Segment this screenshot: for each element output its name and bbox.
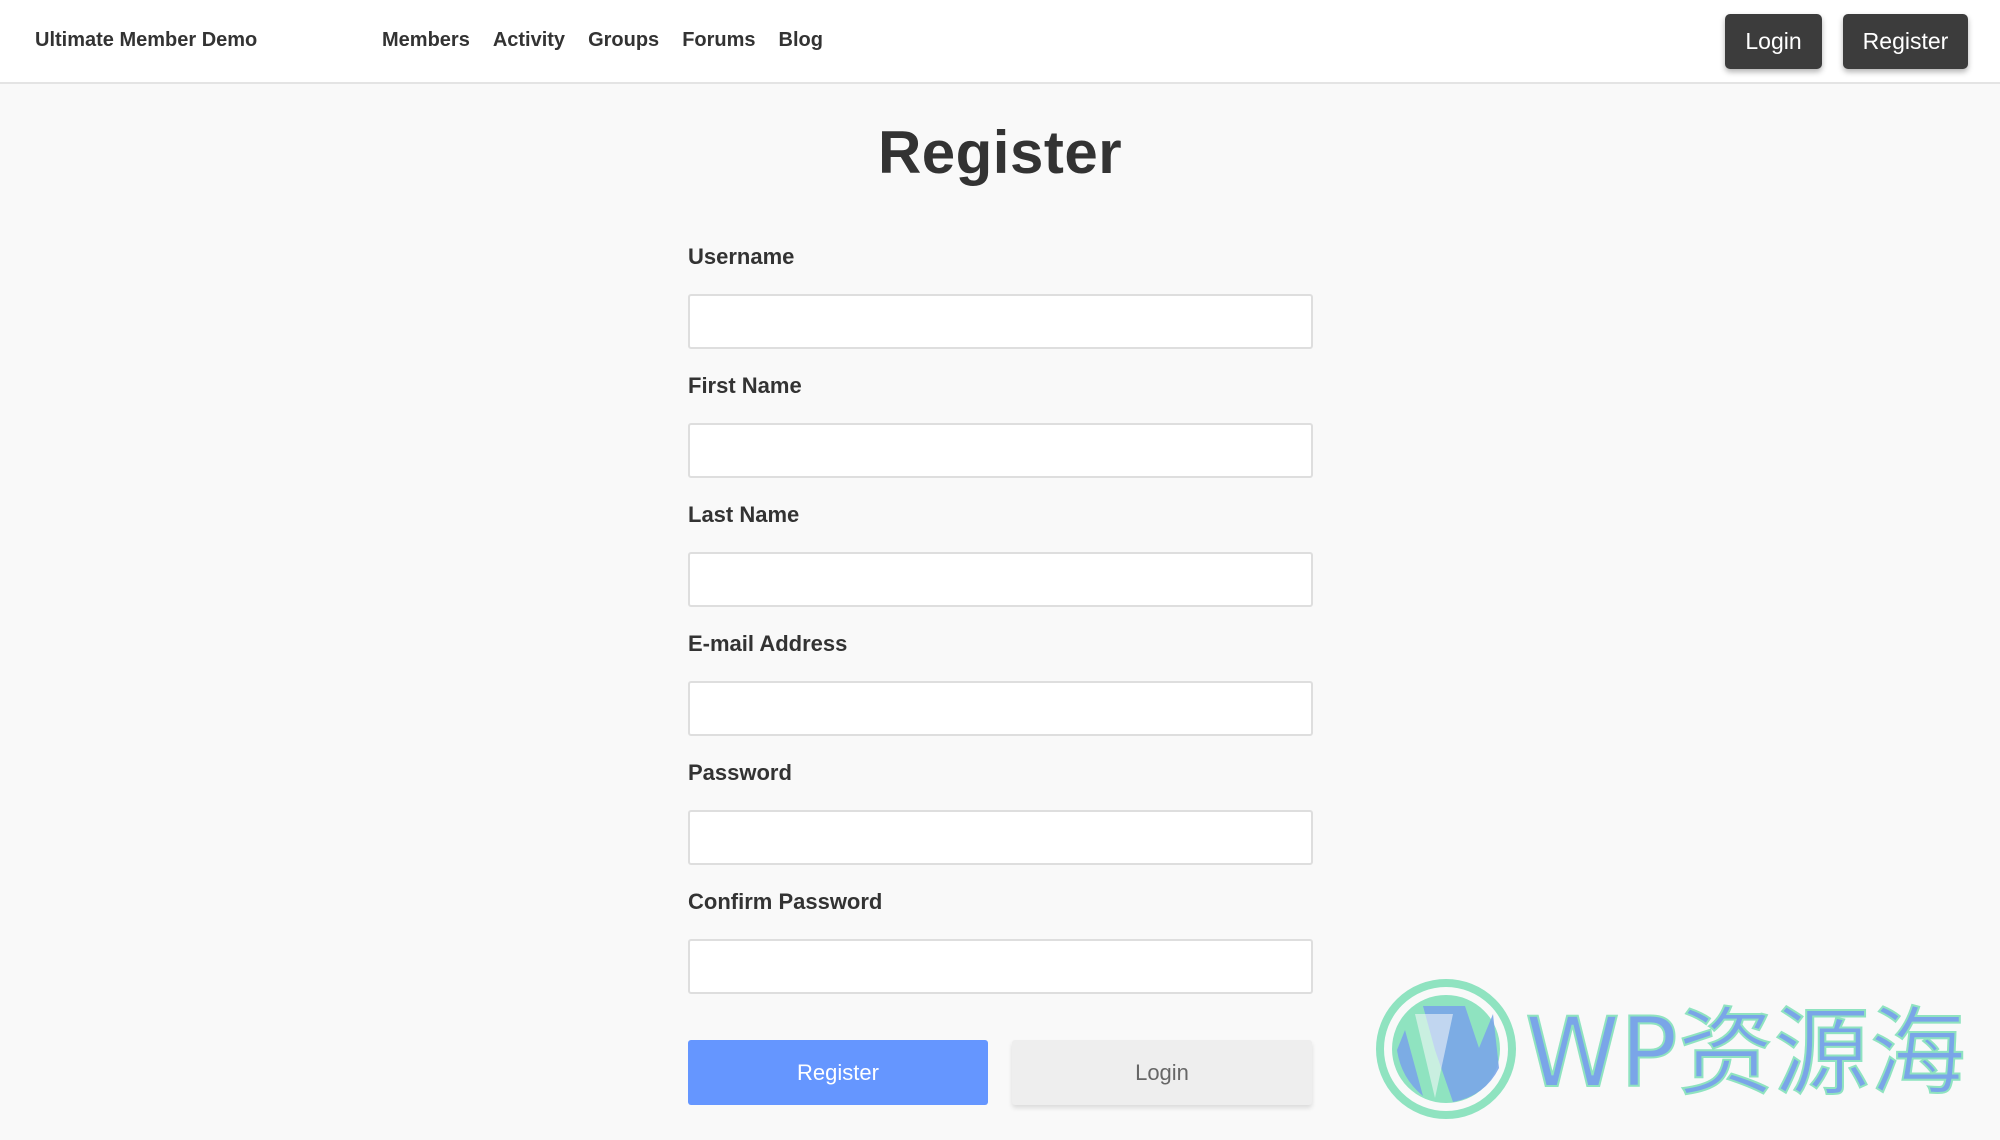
wordpress-logo-icon [1376,979,1516,1119]
password-input[interactable] [688,810,1313,865]
first-name-input[interactable] [688,423,1313,478]
nav-item-blog[interactable]: Blog [779,29,823,52]
last-name-input[interactable] [688,552,1313,607]
nav-item-groups[interactable]: Groups [588,29,659,52]
nav-item-members[interactable]: Members [382,29,470,52]
nav-item-activity[interactable]: Activity [493,29,565,52]
username-label: Username [688,244,795,269]
watermark-text: WP资源海 [1525,997,1966,1109]
confirm-password-input[interactable] [688,939,1313,994]
email-input[interactable] [688,681,1313,736]
register-submit-button[interactable]: Register [688,1040,988,1105]
password-label: Password [688,760,792,785]
site-title[interactable]: Ultimate Member Demo [35,29,257,52]
confirm-password-label: Confirm Password [688,889,883,914]
main-nav: Members Activity Groups Forums Blog [382,29,846,52]
page-title: Register [877,119,1123,186]
nav-item-forums[interactable]: Forums [682,29,755,52]
username-input[interactable] [688,294,1313,349]
watermark: WP资源海 [1376,979,1967,1119]
email-label: E-mail Address [688,631,848,656]
login-link-button[interactable]: Login [1012,1040,1312,1105]
header-login-button[interactable]: Login [1725,14,1822,69]
header-register-button[interactable]: Register [1843,14,1968,69]
last-name-label: Last Name [688,502,800,527]
register-form: Username First Name Last Name E-mail Add… [688,244,1313,1018]
site-header: Ultimate Member Demo Members Activity Gr… [0,0,2000,84]
first-name-label: First Name [688,373,802,398]
